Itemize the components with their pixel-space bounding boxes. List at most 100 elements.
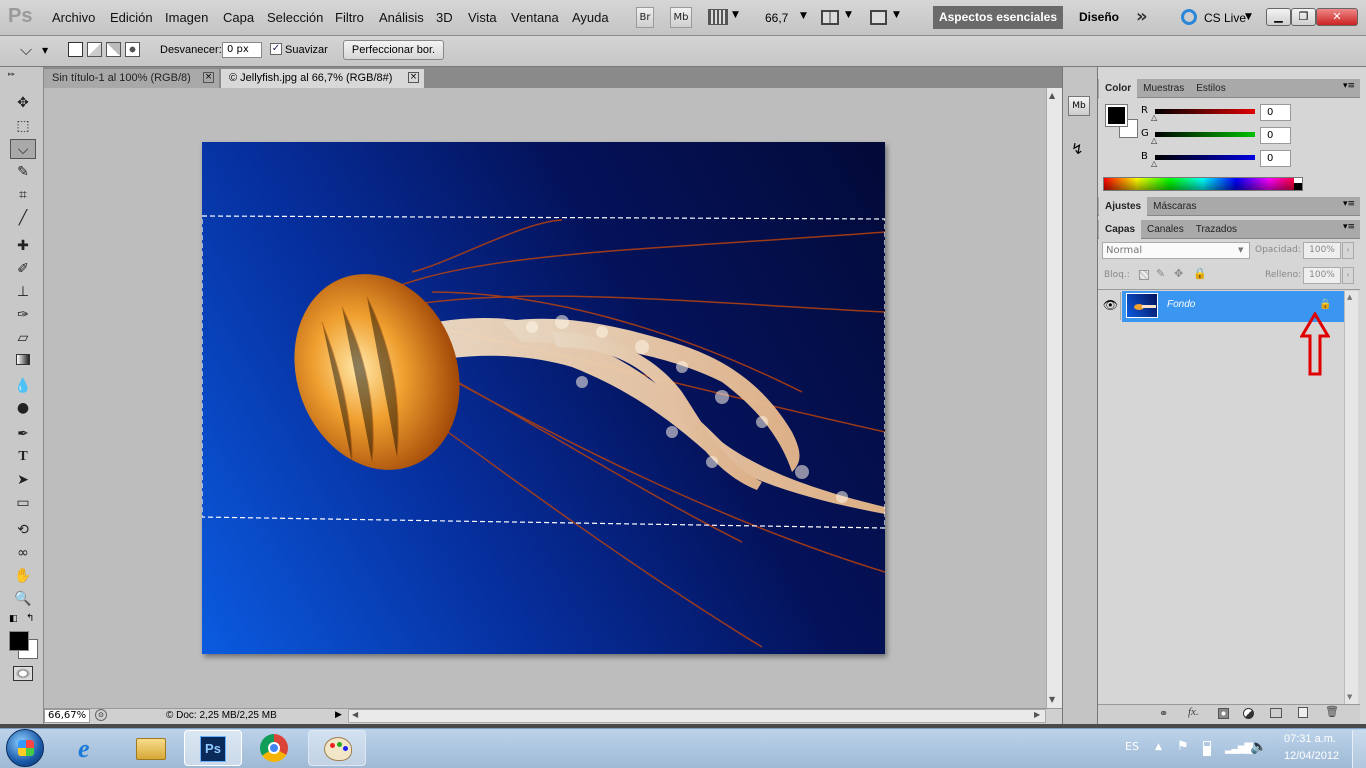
more-workspaces-icon[interactable]: »: [1136, 6, 1148, 27]
opacity-arrow-icon[interactable]: ›: [1342, 242, 1354, 259]
menu-edicion[interactable]: Edición: [110, 10, 153, 25]
minimize-button[interactable]: ▁: [1266, 8, 1291, 26]
taskbar-photoshop[interactable]: Ps: [184, 730, 242, 766]
clone-stamp-tool-icon[interactable]: ⊥: [10, 282, 36, 302]
layer-visibility-eye-icon[interactable]: 👁: [1101, 292, 1121, 320]
network-signal-icon[interactable]: ▂▃▅▇: [1225, 741, 1253, 754]
vertical-scrollbar[interactable]: [1046, 88, 1062, 708]
add-selection-icon[interactable]: [87, 42, 102, 57]
tab-masks[interactable]: Máscaras: [1147, 197, 1202, 216]
path-selection-tool-icon[interactable]: ➤: [10, 470, 36, 490]
bridge-button[interactable]: Br: [636, 7, 654, 28]
color-panel-menu-icon[interactable]: ▾≡: [1343, 81, 1355, 91]
tab-adjustments[interactable]: Ajustes: [1099, 197, 1148, 216]
menu-ventana[interactable]: Ventana: [511, 10, 559, 25]
tab-untitled[interactable]: Sin título-1 al 100% (RGB/8): [44, 69, 219, 88]
subtract-selection-icon[interactable]: [106, 42, 121, 57]
horizontal-scrollbar[interactable]: [348, 709, 1046, 723]
adjustment-layer-icon[interactable]: [1243, 708, 1254, 719]
intersect-selection-icon[interactable]: [125, 42, 140, 57]
zoom-chevron-icon[interactable]: ▼: [800, 11, 807, 21]
tab-swatches[interactable]: Muestras: [1137, 79, 1190, 98]
scroll-down-icon[interactable]: ▼: [1049, 695, 1055, 704]
show-desktop-button[interactable]: [1352, 730, 1366, 768]
type-tool-icon[interactable]: T: [10, 447, 36, 467]
blend-mode-chevron-icon[interactable]: ▼: [1238, 246, 1243, 254]
shape-tool-icon[interactable]: ▭: [10, 493, 36, 513]
fill-arrow-icon[interactable]: ›: [1342, 267, 1354, 284]
workspace-essentials-button[interactable]: Aspectos esenciales: [933, 6, 1063, 29]
channel-b-slider[interactable]: [1155, 155, 1255, 160]
menu-capa[interactable]: Capa: [223, 10, 254, 25]
scroll-right-icon[interactable]: ▶: [1034, 710, 1040, 719]
clock-date[interactable]: 12/04/2012: [1284, 750, 1339, 762]
menu-seleccion[interactable]: Selección: [267, 10, 323, 25]
channel-g-input[interactable]: 0: [1260, 127, 1291, 144]
new-layer-icon[interactable]: [1298, 707, 1308, 718]
default-colors-icon[interactable]: ◧: [9, 614, 18, 624]
tab-paths[interactable]: Trazados: [1190, 220, 1243, 239]
channel-r-input[interactable]: 0: [1260, 104, 1291, 121]
taskbar-explorer[interactable]: [122, 730, 180, 766]
restore-button[interactable]: ❐: [1291, 8, 1316, 26]
quick-mask-icon[interactable]: [13, 666, 33, 681]
adjust-panel-menu-icon[interactable]: ▾≡: [1343, 199, 1355, 209]
blur-tool-icon[interactable]: 💧: [10, 376, 36, 396]
film-icon[interactable]: [708, 9, 728, 25]
taskbar-ie[interactable]: e: [62, 730, 120, 766]
jellyfish-image[interactable]: [202, 142, 885, 654]
battery-icon[interactable]: [1203, 741, 1211, 756]
layer-name-fondo[interactable]: Fondo: [1167, 299, 1195, 310]
lasso-tool-icon[interactable]: ⌵: [10, 139, 36, 159]
scroll-up-icon[interactable]: ▲: [1049, 91, 1055, 100]
layers-scroll-down-icon[interactable]: ▼: [1347, 693, 1352, 701]
taskbar-paint[interactable]: [308, 730, 366, 766]
3d-rotate-tool-icon[interactable]: ⟲: [10, 520, 36, 540]
blend-mode-select[interactable]: Normal: [1102, 242, 1250, 259]
status-menu-arrow-icon[interactable]: ▶: [335, 710, 342, 720]
status-info-icon[interactable]: ⊙: [95, 709, 107, 721]
layer-style-icon[interactable]: fx.: [1188, 706, 1199, 718]
3d-orbit-tool-icon[interactable]: ∞: [10, 543, 36, 563]
anti-alias-checkbox[interactable]: ✓: [270, 43, 282, 55]
layers-panel-menu-icon[interactable]: ▾≡: [1343, 222, 1355, 232]
lock-pixels-icon[interactable]: ✎: [1156, 267, 1165, 280]
polygonal-lasso-preset-icon[interactable]: ⌵: [20, 40, 32, 60]
channel-b-thumb-icon[interactable]: △: [1151, 159, 1157, 168]
crop-tool-icon[interactable]: ⌗: [10, 185, 36, 205]
tab-styles[interactable]: Estilos: [1190, 79, 1231, 98]
cs-live-button[interactable]: CS Live: [1204, 11, 1246, 25]
panel-fg-swatch[interactable]: [1105, 104, 1128, 127]
volume-icon[interactable]: 🔈: [1250, 739, 1267, 755]
lock-all-icon[interactable]: 🔒: [1193, 267, 1207, 280]
fill-input[interactable]: 100%: [1303, 267, 1341, 284]
lock-position-icon[interactable]: ✥: [1174, 267, 1183, 280]
zoom-level[interactable]: 66,7: [765, 11, 788, 25]
channel-b-input[interactable]: 0: [1260, 150, 1291, 167]
start-button[interactable]: [6, 729, 44, 767]
channel-g-thumb-icon[interactable]: △: [1151, 136, 1157, 145]
link-layers-icon[interactable]: ⚭: [1159, 707, 1168, 720]
layers-scrollbar[interactable]: [1344, 291, 1358, 704]
channel-r-thumb-icon[interactable]: △: [1151, 113, 1157, 122]
quick-selection-tool-icon[interactable]: ✎: [10, 162, 36, 182]
opacity-input[interactable]: 100%: [1303, 242, 1341, 259]
collapse-tools-icon[interactable]: ▸▸: [8, 70, 15, 78]
mini-bridge-button[interactable]: Mb: [670, 7, 692, 28]
layers-scroll-up-icon[interactable]: ▲: [1347, 293, 1352, 301]
foreground-color-swatch[interactable]: [9, 631, 29, 651]
feather-input[interactable]: 0 px: [222, 42, 262, 58]
dodge-tool-icon[interactable]: ●: [10, 398, 36, 418]
swap-colors-icon[interactable]: ↰: [26, 613, 34, 624]
menu-archivo[interactable]: Archivo: [52, 10, 95, 25]
move-tool-icon[interactable]: ✥: [10, 93, 36, 113]
refine-edge-button[interactable]: Perfeccionar bor.: [343, 40, 444, 60]
zoom-field[interactable]: 66,67%: [44, 709, 90, 723]
delete-layer-icon[interactable]: 🗑: [1325, 705, 1339, 718]
tool-preset-chevron-icon[interactable]: ▼: [42, 46, 48, 55]
menu-imagen[interactable]: Imagen: [165, 10, 208, 25]
menu-ayuda[interactable]: Ayuda: [572, 10, 609, 25]
new-selection-icon[interactable]: [68, 42, 83, 57]
zoom-tool-icon[interactable]: 🔍: [10, 589, 36, 609]
selection-marquee[interactable]: [202, 142, 885, 654]
